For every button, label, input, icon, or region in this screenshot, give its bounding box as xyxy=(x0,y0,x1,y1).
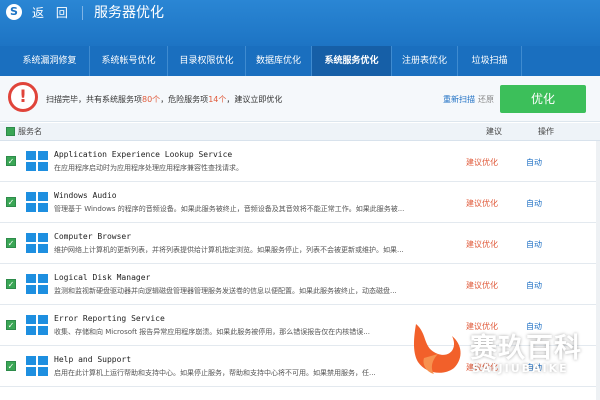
tab-junk-scan[interactable]: 垃圾扫描 xyxy=(458,46,522,76)
optimize-button[interactable]: 优化 xyxy=(500,85,586,113)
select-all-checkbox[interactable] xyxy=(6,127,15,136)
row-checkbox[interactable]: ✓ xyxy=(6,197,16,207)
column-service-name: 服务名 xyxy=(18,127,42,136)
table-row: ✓ Windows Audio 管理基于 Windows 的程序的音频设备。如果… xyxy=(0,182,596,223)
windows-icon xyxy=(26,274,48,295)
tab-service-optimize[interactable]: 系统服务优化 xyxy=(312,46,392,76)
service-description: 在应用程序启动时为应用程序处理应用程序兼容性查找请求。 xyxy=(54,164,243,172)
tab-registry-optimize[interactable]: 注册表优化 xyxy=(392,46,458,76)
app-logo-icon: S xyxy=(6,4,22,20)
back-button[interactable]: 返 回 xyxy=(32,4,72,21)
service-action[interactable]: 自动 xyxy=(526,198,542,209)
service-name: Windows Audio xyxy=(54,191,117,200)
watermark: 赛玖百科 SAIJIUBAIKE xyxy=(408,318,600,394)
service-suggestion: 建议优化 xyxy=(466,199,498,208)
windows-icon xyxy=(26,151,48,172)
service-name: Computer Browser xyxy=(54,232,132,241)
watermark-logo-icon xyxy=(414,324,461,374)
windows-icon xyxy=(26,233,48,254)
windows-icon xyxy=(26,192,48,213)
scan-result-text: 扫描完毕，共有系统服务项80个，危险服务项14个，建议立即优化 xyxy=(46,95,283,104)
column-suggestion: 建议 xyxy=(486,127,502,136)
service-name: Error Reporting Service xyxy=(54,314,165,323)
tab-vulnerability-fix[interactable]: 系统漏洞修复 xyxy=(10,46,90,76)
windows-icon xyxy=(26,356,48,377)
service-description: 监测和监视新硬盘驱动器并向逻辑磁盘管理器管理服务发送卷的信息以便配置。如果此服务… xyxy=(54,287,397,295)
row-checkbox[interactable]: ✓ xyxy=(6,238,16,248)
title-bar: S 返 回 服务器优化 xyxy=(0,0,600,46)
service-description: 管理基于 Windows 的程序的音频设备。如果此服务被终止，音频设备及其音效将… xyxy=(54,205,405,213)
row-checkbox[interactable]: ✓ xyxy=(6,279,16,289)
tab-bar: 系统漏洞修复 系统帐号优化 目录权限优化 数据库优化 系统服务优化 注册表优化 … xyxy=(0,46,600,76)
watermark-subtitle: SAIJIUBAIKE xyxy=(472,362,569,375)
danger-services-count: 14个 xyxy=(208,95,227,104)
tab-account-optimize[interactable]: 系统帐号优化 xyxy=(90,46,168,76)
service-suggestion: 建议优化 xyxy=(466,158,498,167)
service-description: 启用在此计算机上运行帮助和支持中心。如果停止服务，帮助和支持中心将不可用。如果禁… xyxy=(54,369,376,377)
table-header: 服务名 建议 操作 xyxy=(0,123,600,141)
service-action[interactable]: 自动 xyxy=(526,280,542,291)
service-suggestion: 建议优化 xyxy=(466,240,498,249)
total-services-count: 80个 xyxy=(142,95,161,104)
title-separator xyxy=(82,6,83,20)
row-checkbox[interactable]: ✓ xyxy=(6,320,16,330)
service-action[interactable]: 自动 xyxy=(526,157,542,168)
row-checkbox[interactable]: ✓ xyxy=(6,361,16,371)
service-name: Application Experience Lookup Service xyxy=(54,150,233,159)
service-name: Logical Disk Manager xyxy=(54,273,151,282)
table-row: ✓ Application Experience Lookup Service … xyxy=(0,141,596,182)
row-checkbox[interactable]: ✓ xyxy=(6,156,16,166)
watermark-title: 赛玖百科 xyxy=(470,333,582,364)
service-description: 维护网络上计算机的更新列表，并将列表提供给计算机指定浏览。如果服务停止，列表不会… xyxy=(54,246,404,254)
service-suggestion: 建议优化 xyxy=(466,281,498,290)
service-action[interactable]: 自动 xyxy=(526,239,542,250)
windows-icon xyxy=(26,315,48,336)
tab-directory-permission[interactable]: 目录权限优化 xyxy=(168,46,246,76)
service-description: 收集、存储和向 Microsoft 报告异常应用程序崩溃。如果此服务被停用，那么… xyxy=(54,328,370,336)
service-name: Help and Support xyxy=(54,355,132,364)
column-action: 操作 xyxy=(538,127,554,136)
warning-icon: ! xyxy=(8,82,38,112)
restore-link[interactable]: 还原 xyxy=(478,94,494,105)
table-row: ✓ Logical Disk Manager 监测和监视新硬盘驱动器并向逻辑磁盘… xyxy=(0,264,596,305)
window-title: 服务器优化 xyxy=(94,5,164,21)
rescan-link[interactable]: 重新扫描 xyxy=(443,94,475,105)
tab-database-optimize[interactable]: 数据库优化 xyxy=(246,46,312,76)
table-row: ✓ Computer Browser 维护网络上计算机的更新列表，并将列表提供给… xyxy=(0,223,596,264)
